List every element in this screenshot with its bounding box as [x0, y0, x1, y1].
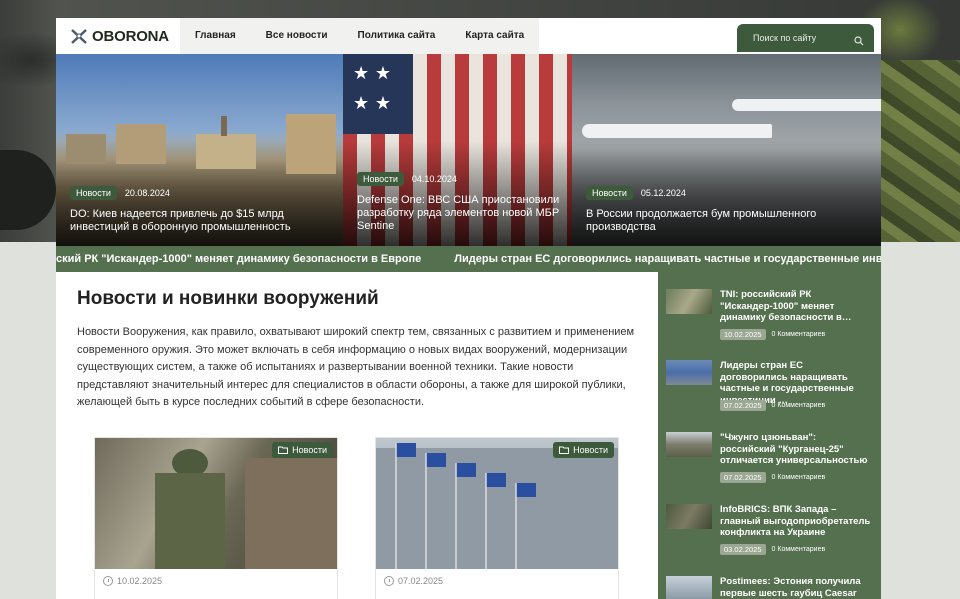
sidebar: TNI: российский РК "Искандер-1000" меняе… — [658, 272, 881, 599]
badge-label: Новости — [573, 445, 608, 455]
card-meta: 07.02.2025 — [384, 576, 443, 586]
sidebar-item-meta: 07.02.2025 0 Комментариев — [720, 472, 825, 483]
news-card[interactable]: Новости 07.02.2025 — [375, 437, 619, 599]
card-date: 10.02.2025 — [117, 576, 163, 586]
sidebar-thumbnail[interactable] — [666, 289, 712, 314]
ticker-item[interactable]: Лидеры стран ЕС договорились наращивать … — [454, 246, 881, 272]
crossed-rifles-icon — [70, 27, 88, 45]
card-image[interactable]: Новости — [376, 438, 618, 569]
sidebar-item-meta: 03.02.2025 0 Комментариев — [720, 544, 825, 555]
svg-text:★ ★: ★ ★ — [353, 93, 391, 114]
folder-icon — [278, 446, 289, 454]
main-content: Новости и новинки вооружений Новости Воо… — [56, 272, 658, 599]
card-date: 07.02.2025 — [398, 576, 444, 586]
nav-item-policy[interactable]: Политика сайта — [343, 18, 451, 54]
sidebar-item-meta: 07.02.2025 0 Комментариев — [720, 400, 825, 411]
aircraft-image — [732, 99, 881, 111]
category-badge[interactable]: Новости — [553, 442, 614, 458]
slide-date: 20.08.2024 — [124, 188, 170, 198]
search-box — [737, 24, 874, 52]
logo-text: OBORONA — [92, 27, 169, 45]
card-meta: 10.02.2025 — [103, 576, 162, 586]
sidebar-item-comments[interactable]: 0 Комментариев — [772, 474, 826, 481]
sidebar-item-title[interactable]: TNI: российский РК "Искандер-1000" меняе… — [720, 289, 872, 324]
nav-item-home[interactable]: Главная — [180, 18, 251, 54]
slide-meta: Новости 05.12.2024 — [586, 186, 686, 200]
sidebar-thumbnail[interactable] — [666, 432, 712, 457]
sidebar-item-meta: 10.02.2025 0 Комментариев — [720, 329, 825, 340]
slide-title[interactable]: В России продолжается бум промышленного … — [586, 208, 871, 234]
us-flag-image: ★ ★ ★ ★ — [343, 54, 413, 134]
search-icon[interactable] — [854, 33, 864, 46]
clock-icon — [103, 576, 113, 586]
sidebar-thumbnail[interactable] — [666, 504, 712, 529]
folder-icon — [559, 446, 570, 454]
sidebar-item-title[interactable]: "Чжунго цзюньван": российский "Курганец-… — [720, 432, 872, 467]
sidebar-item-date: 07.02.2025 — [720, 400, 766, 411]
site-logo[interactable]: OBORONA — [56, 18, 176, 54]
hero-slide[interactable]: ★ ★ ★ ★ Новости 04.10.2024 Defense One: … — [343, 54, 572, 246]
badge-label: Новости — [292, 445, 327, 455]
news-ticker: ский РК "Искандер-1000" меняет динамику … — [56, 246, 881, 272]
category-badge[interactable]: Новости — [586, 186, 633, 200]
sidebar-item-comments[interactable]: 0 Комментариев — [772, 546, 826, 553]
category-badge[interactable]: Новости — [272, 442, 333, 458]
sidebar-thumbnail[interactable] — [666, 576, 712, 599]
category-badge[interactable]: Новости — [357, 172, 404, 186]
sidebar-item-title[interactable]: Postimees: Эстония получила первые шесть… — [720, 576, 872, 599]
clock-icon — [384, 576, 394, 586]
hero-slide[interactable]: Новости 05.12.2024 В России продолжается… — [572, 54, 881, 246]
slide-date: 04.10.2024 — [411, 174, 457, 184]
sidebar-item-date: 10.02.2025 — [720, 329, 766, 340]
sidebar-item-comments[interactable]: 0 Комментариев — [772, 402, 826, 409]
intro-text: Новости Вооружения, как правило, охватыв… — [77, 326, 635, 408]
background-camo — [880, 60, 960, 242]
sidebar-thumbnail[interactable] — [666, 360, 712, 385]
sidebar-item-comments[interactable]: 0 Комментариев — [772, 331, 826, 338]
category-badge[interactable]: Новости — [70, 186, 117, 200]
news-card[interactable]: Новости 10.02.2025 — [94, 437, 338, 599]
aircraft-image — [582, 124, 772, 138]
search-input[interactable] — [753, 33, 853, 43]
svg-text:★ ★: ★ ★ — [353, 63, 391, 84]
ticker-item[interactable]: ский РК "Искандер-1000" меняет динамику … — [56, 246, 421, 272]
ticker-track: ский РК "Искандер-1000" меняет динамику … — [56, 246, 881, 272]
site-header: OBORONA Главная Все новости Политика сай… — [56, 18, 881, 54]
nav-item-sitemap[interactable]: Карта сайта — [450, 18, 539, 54]
sidebar-item-date: 07.02.2025 — [720, 472, 766, 483]
sidebar-item-title[interactable]: InfoBRICS: ВПК Запада – главный выгодопр… — [720, 504, 872, 539]
sidebar-item-date: 03.02.2025 — [720, 544, 766, 555]
hero-slide[interactable]: Новости 20.08.2024 DO: Киев надеется при… — [56, 54, 343, 246]
slide-meta: Новости 20.08.2024 — [70, 186, 170, 200]
slide-meta: Новости 04.10.2024 — [357, 172, 457, 186]
slide-title[interactable]: Defense One: ВВС США приостановили разра… — [357, 194, 562, 233]
hero-slider: Новости 20.08.2024 DO: Киев надеется при… — [56, 54, 881, 246]
page-title: Новости и новинки вооружений — [77, 288, 379, 309]
slide-date: 05.12.2024 — [640, 188, 686, 198]
slide-title[interactable]: DO: Киев надеется привлечь до $15 млрд и… — [70, 208, 333, 234]
card-image[interactable]: Новости — [95, 438, 337, 569]
main-nav: Главная Все новости Политика сайта Карта… — [180, 18, 540, 54]
nav-item-all-news[interactable]: Все новости — [251, 18, 343, 54]
